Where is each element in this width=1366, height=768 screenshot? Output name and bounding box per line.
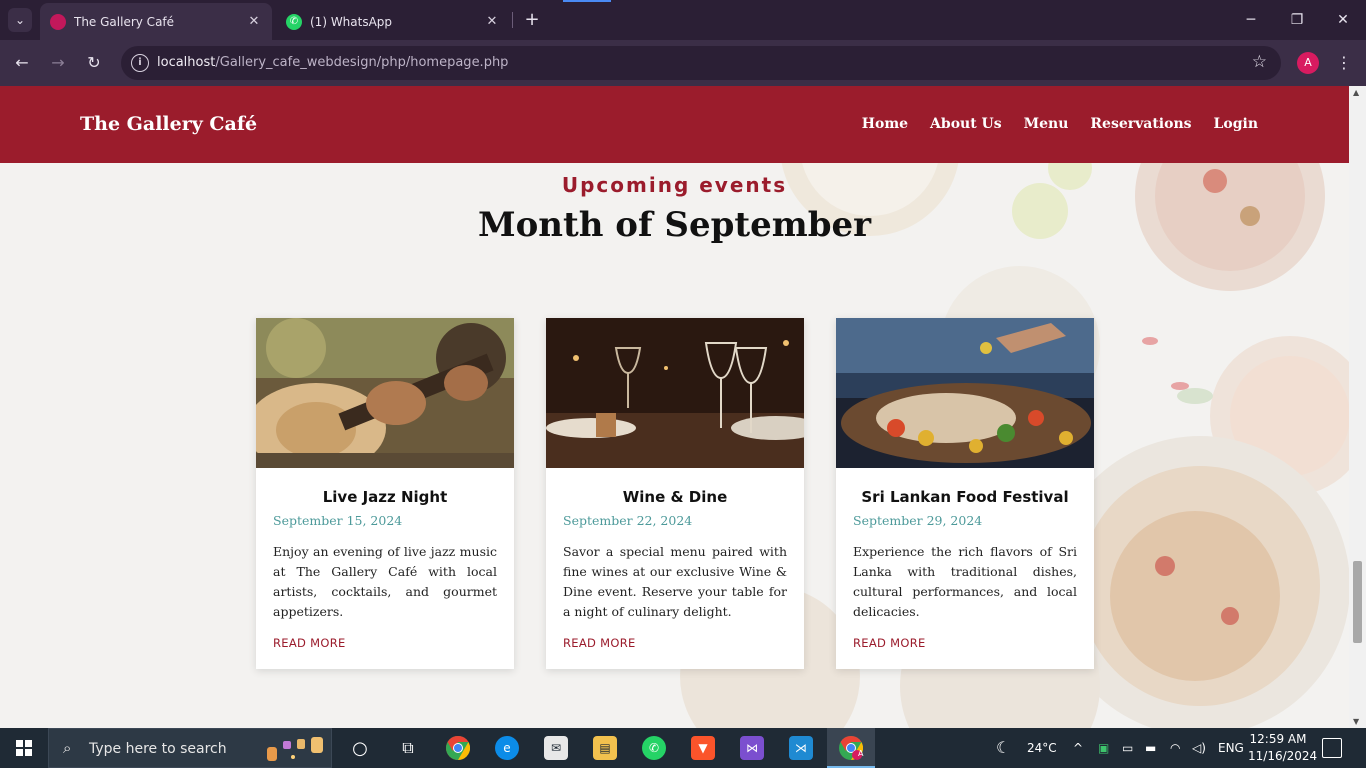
chrome-icon[interactable]	[446, 736, 470, 760]
back-icon[interactable]: ←	[10, 51, 34, 75]
event-card: Wine & Dine September 22, 2024 Savor a s…	[546, 318, 804, 669]
meet-now-icon[interactable]: ▭	[1122, 728, 1133, 768]
food-festival-grill-photo	[836, 318, 1094, 468]
windows-logo-icon	[16, 740, 32, 756]
battery-icon[interactable]: ▬	[1145, 728, 1156, 768]
page-viewport: The Gallery Café Home About Us Menu Rese…	[0, 86, 1349, 728]
scroll-up-icon[interactable]: ▲	[1353, 88, 1359, 97]
event-title: Sri Lankan Food Festival	[861, 488, 1069, 506]
jazz-guitar-photo	[256, 318, 514, 468]
vscode-icon[interactable]: ⋊	[789, 736, 813, 760]
tab-search-chevron-icon[interactable]: ⌄	[8, 8, 32, 32]
scroll-down-icon[interactable]: ▼	[1353, 717, 1359, 726]
scrollbar-thumb[interactable]	[1353, 561, 1362, 643]
start-button[interactable]	[0, 728, 48, 768]
event-date: September 29, 2024	[853, 513, 983, 528]
weather-icon[interactable]: ☾	[996, 728, 1010, 768]
event-description: Experience the rich flavors of Sri Lanka…	[853, 544, 1077, 619]
new-tab-button[interactable]: +	[520, 8, 544, 32]
address-bar[interactable]: i localhost/Gallery_cafe_webdesign/php/h…	[121, 46, 1281, 80]
event-card: Live Jazz Night September 15, 2024 Enjoy…	[256, 318, 514, 669]
search-placeholder: Type here to search	[89, 741, 227, 757]
mail-icon[interactable]: ✉	[544, 736, 568, 760]
page-scrollbar[interactable]: ▲ ▼	[1349, 86, 1366, 728]
section-eyebrow: Upcoming events	[561, 173, 788, 197]
site-info-icon[interactable]: i	[131, 54, 149, 72]
event-date: September 15, 2024	[273, 513, 403, 528]
nav-home[interactable]: Home	[862, 116, 908, 132]
file-explorer-icon[interactable]: ▤	[593, 736, 617, 760]
windows-taskbar: ⌕ Type here to search ○ ⧉ e ✉ ▤ ✆ ▼ ⋈ ⋊ …	[0, 728, 1366, 768]
reload-icon[interactable]: ↻	[82, 51, 106, 75]
main-nav: Home About Us Menu Reservations Login	[862, 116, 1258, 132]
minimize-icon[interactable]: ─	[1228, 0, 1274, 40]
taskbar-search-box[interactable]: ⌕ Type here to search	[48, 728, 332, 768]
event-title: Live Jazz Night	[322, 488, 448, 506]
search-highlight-icon	[267, 737, 323, 761]
clock-time: 12:59 AM	[1249, 732, 1307, 746]
event-title: Wine & Dine	[622, 488, 728, 506]
read-more-link[interactable]: READ MORE	[273, 636, 346, 650]
nav-reservations[interactable]: Reservations	[1090, 116, 1191, 132]
chrome-active-taskbar-item[interactable]: A	[827, 728, 875, 768]
weather-temperature[interactable]: 24°C	[1027, 728, 1057, 768]
profile-avatar[interactable]: A	[1297, 52, 1319, 74]
tray-chevron-icon[interactable]: ^	[1073, 728, 1083, 768]
tab-divider	[512, 12, 513, 28]
tab-gallery-cafe[interactable]: The Gallery Café ✕	[40, 3, 272, 40]
site-logo[interactable]: The Gallery Café	[80, 113, 257, 135]
task-view-icon[interactable]: ⧉	[396, 736, 420, 760]
read-more-link[interactable]: READ MORE	[563, 636, 636, 650]
tab-loading-indicator	[563, 0, 611, 2]
browser-toolbar: ← → ↻ i localhost/Gallery_cafe_webdesign…	[0, 40, 1366, 86]
brave-icon[interactable]: ▼	[691, 736, 715, 760]
read-more-link[interactable]: READ MORE	[853, 636, 926, 650]
forward-icon[interactable]: →	[46, 51, 70, 75]
site-header: The Gallery Café Home About Us Menu Rese…	[0, 86, 1349, 163]
browser-menu-icon[interactable]: ⋮	[1334, 51, 1354, 75]
notification-center-icon[interactable]	[1322, 738, 1342, 758]
browser-tab-strip: ⌄ The Gallery Café ✕ ✆ (1) WhatsApp ✕ + …	[0, 0, 1366, 40]
wine-glasses-photo	[546, 318, 804, 468]
visual-studio-icon[interactable]: ⋈	[740, 736, 764, 760]
clock-date: 11/16/2024	[1248, 749, 1318, 763]
event-description: Enjoy an evening of live jazz music at T…	[273, 544, 497, 619]
tab-title: (1) WhatsApp	[310, 14, 393, 29]
tab-whatsapp[interactable]: ✆ (1) WhatsApp ✕	[276, 3, 510, 40]
nav-about-us[interactable]: About Us	[930, 116, 1002, 132]
language-indicator[interactable]: ENG	[1218, 728, 1244, 768]
gallery-favicon-icon	[50, 13, 66, 30]
edge-icon[interactable]: e	[495, 736, 519, 760]
wifi-icon[interactable]: ◠	[1170, 728, 1180, 768]
volume-icon[interactable]: ◁)	[1192, 728, 1206, 768]
nav-login[interactable]: Login	[1214, 116, 1258, 132]
chrome-profile-badge: A	[858, 749, 864, 758]
tab-title: The Gallery Café	[74, 14, 175, 29]
event-date: September 22, 2024	[563, 513, 693, 528]
nav-menu[interactable]: Menu	[1024, 116, 1069, 132]
event-description: Savor a special menu paired with fine wi…	[563, 544, 787, 619]
bookmark-star-icon[interactable]: ☆	[1252, 52, 1267, 72]
section-heading: Month of September	[477, 205, 872, 245]
url-text[interactable]: localhost/Gallery_cafe_webdesign/php/hom…	[157, 55, 508, 70]
search-icon: ⌕	[63, 739, 72, 757]
close-tab-icon[interactable]: ✕	[484, 14, 500, 29]
taskbar-clock[interactable]: 12:59 AM 11/16/2024	[1248, 731, 1318, 765]
close-tab-icon[interactable]: ✕	[246, 14, 262, 29]
url-path: /Gallery_cafe_webdesign/php/homepage.php	[215, 55, 509, 70]
event-card: Sri Lankan Food Festival September 29, 2…	[836, 318, 1094, 669]
close-window-icon[interactable]: ✕	[1320, 0, 1366, 40]
tray-app-icon[interactable]: ▣	[1098, 728, 1109, 768]
whatsapp-favicon-icon: ✆	[286, 13, 302, 30]
whatsapp-icon[interactable]: ✆	[642, 736, 666, 760]
restore-icon[interactable]: ❐	[1274, 0, 1320, 40]
cortana-icon[interactable]: ○	[348, 736, 372, 760]
url-host: localhost	[157, 55, 216, 70]
